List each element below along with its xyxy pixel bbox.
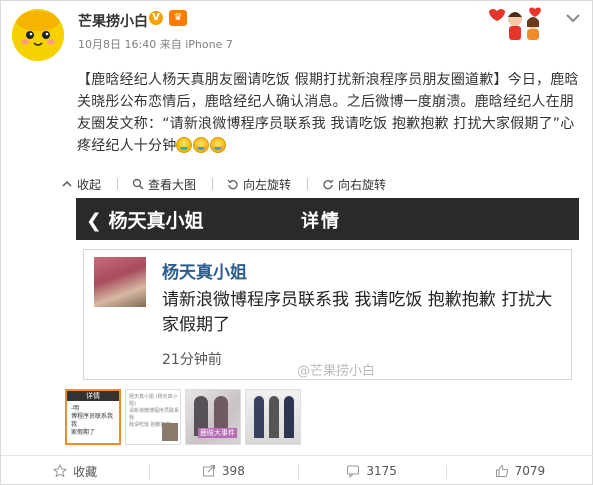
username[interactable]: 芒果捞小白 xyxy=(78,11,148,31)
divider xyxy=(117,178,119,190)
share-button[interactable]: 398 xyxy=(149,456,297,485)
screenshot-header: ❮ 杨天真小姐 详情 xyxy=(76,198,579,240)
source-prefix: 来自 xyxy=(159,38,182,51)
tears-of-joy-emoji-icon xyxy=(193,137,210,153)
favorite-button[interactable]: 收藏 xyxy=(1,456,149,485)
collapse-arrow-icon xyxy=(62,180,72,187)
screenshot-body: 请新浪微博程序员联系我 我请吃饭 抱歉抱歉 打扰大家假期了 xyxy=(162,290,553,335)
thumbnail-1-text: -明 博程序员联系我 我 家假期了 xyxy=(71,405,114,436)
thumbs-up-icon xyxy=(495,464,508,477)
rotate-right-label: 向右旋转 xyxy=(338,177,387,192)
user-avatar[interactable] xyxy=(12,9,64,61)
collapse-button[interactable]: 收起 xyxy=(61,176,101,193)
thumbnail-1[interactable]: 详情 -明 博程序员联系我 我 家假期了 xyxy=(65,389,121,445)
thumbnail-2-photo xyxy=(162,423,178,441)
comment-icon xyxy=(347,465,360,478)
post-actions: 收藏 398 3175 7079 xyxy=(1,455,593,485)
rotate-left-icon xyxy=(227,179,238,190)
post-meta: 10月8日 16:40 来自 iPhone 7 xyxy=(78,36,233,52)
thumbnail-4[interactable] xyxy=(245,389,301,445)
share-icon xyxy=(202,465,215,477)
tears-of-joy-emoji-icon xyxy=(176,137,193,153)
screenshot-back-link: ❮ 杨天真小姐 xyxy=(86,210,204,232)
post-source: iPhone 7 xyxy=(185,38,233,51)
screenshot-time: 21分钟前 xyxy=(162,352,222,368)
watermark: @芒果捞小白 xyxy=(297,364,376,379)
expanded-image[interactable]: ❮ 杨天真小姐 详情 杨天真小姐 请新浪微博程序员联系我 我请吃饭 抱歉抱歉 打… xyxy=(76,198,579,380)
share-count: 398 xyxy=(221,464,245,478)
member-crown-icon[interactable]: ♛ xyxy=(169,10,187,26)
chevron-down-icon[interactable] xyxy=(566,13,580,23)
weibo-post-card: 芒果捞小白 V ♛ 10月8日 16:40 来自 iPhone 7 【鹿晗经纪人… xyxy=(0,0,593,485)
screenshot-moment: 杨天真小姐 请新浪微博程序员联系我 我请吃饭 抱歉抱歉 打扰大家假期了 21分钟… xyxy=(83,249,572,380)
post-text: 【鹿晗经纪人杨天真朋友圈请吃饭 假期打扰新浪程序员朋友圈道歉】今日，鹿晗关晓彤公… xyxy=(77,69,583,157)
divider xyxy=(307,178,309,190)
verified-badge-icon[interactable]: V xyxy=(149,11,163,25)
screenshot-title: 详情 xyxy=(301,211,341,232)
tears-of-joy-emoji-icon xyxy=(210,137,227,153)
thumbnail-4-person xyxy=(284,396,294,438)
thumbnail-2[interactable]: 杨天真小姐 (杨天真小姐) 请新浪微博程序员联系我 我请吃饭 抱歉抱歉 xyxy=(125,389,181,445)
rotate-left-label: 向左旋转 xyxy=(243,177,292,192)
divider xyxy=(212,178,214,190)
view-large-button[interactable]: 查看大图 xyxy=(132,176,196,193)
screenshot-avatar xyxy=(94,257,146,307)
thumbnail-4-person xyxy=(269,396,279,438)
like-count: 7079 xyxy=(514,464,546,478)
thumbnail-4-person xyxy=(254,396,264,438)
thumbnail-3-label: 鹿晗大事件 xyxy=(198,428,237,438)
like-button[interactable]: 7079 xyxy=(445,456,593,485)
comment-button[interactable]: 3175 xyxy=(297,456,446,485)
screenshot-name: 杨天真小姐 xyxy=(162,263,247,283)
comment-count: 3175 xyxy=(366,464,397,478)
favorite-label: 收藏 xyxy=(73,464,98,479)
magnifier-icon xyxy=(132,178,144,190)
couple-decoration-icon xyxy=(489,7,541,40)
image-toolbar: 收起 查看大图 向左旋转 向右旋转 xyxy=(61,173,586,195)
collapse-label: 收起 xyxy=(77,177,102,192)
thumbnail-3[interactable]: 鹿晗大事件 xyxy=(185,389,241,445)
rotate-right-icon xyxy=(323,179,334,190)
rotate-right-button[interactable]: 向右旋转 xyxy=(322,176,386,193)
thumbnail-strip: 详情 -明 博程序员联系我 我 家假期了 杨天真小姐 (杨天真小姐) 请新浪微博… xyxy=(65,389,305,445)
screenshot-back-label: 杨天真小姐 xyxy=(108,210,204,232)
post-text-content: 【鹿晗经纪人杨天真朋友圈请吃饭 假期打扰新浪程序员朋友圈道歉】今日，鹿晗关晓彤公… xyxy=(77,72,579,154)
star-icon xyxy=(53,464,68,478)
post-time[interactable]: 10月8日 16:40 xyxy=(78,38,156,51)
view-large-label: 查看大图 xyxy=(148,177,197,192)
rotate-left-button[interactable]: 向左旋转 xyxy=(227,176,291,193)
thumbnail-1-title: 详情 xyxy=(67,391,119,401)
